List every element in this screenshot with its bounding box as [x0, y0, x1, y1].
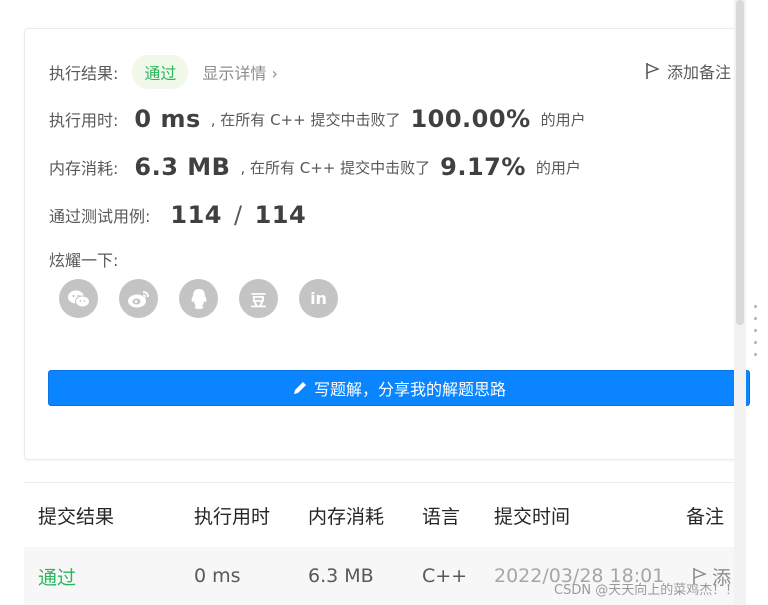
tests-total: 114 — [254, 201, 307, 229]
memory-suffix: 的用户 — [535, 158, 581, 177]
header-submit-time: 提交时间 — [494, 505, 571, 528]
submissions-table-header: 提交结果 执行用时 内存消耗 语言 提交时间 备注 — [24, 482, 744, 547]
chevron-right-icon: › — [271, 64, 278, 83]
memory-label: 内存消耗: — [49, 159, 119, 178]
memory-value: 6.3 MB — [134, 153, 231, 181]
share-icons: 豆 in — [59, 279, 338, 318]
pencil-icon — [293, 382, 306, 394]
result-label: 执行结果: — [49, 64, 119, 83]
runtime-suffix: 的用户 — [540, 110, 586, 129]
memory-row: 内存消耗: 6.3 MB , 在所有 C++ 提交中击败了 9.17% 的用户 — [49, 153, 581, 181]
top-background — [0, 0, 768, 28]
tests-passed: 114 — [170, 201, 223, 229]
flag-icon — [646, 63, 660, 79]
runtime-row: 执行用时: 0 ms , 在所有 C++ 提交中击败了 100.00% 的用户 — [49, 105, 586, 133]
row-language: C++ — [422, 565, 468, 587]
wechat-icon[interactable] — [59, 279, 98, 318]
result-row: 执行结果: 通过 显示详情 › — [49, 55, 278, 89]
drag-handle[interactable] — [754, 305, 757, 356]
row-result-link[interactable]: 通过 — [38, 563, 76, 590]
header-runtime: 执行用时 — [194, 505, 271, 528]
status-badge: 通过 — [132, 55, 189, 89]
qq-icon[interactable] — [179, 279, 218, 318]
weibo-icon[interactable] — [119, 279, 158, 318]
runtime-beat-text: , 在所有 C++ 提交中击败了 — [210, 110, 401, 129]
header-result: 提交结果 — [38, 505, 115, 528]
header-memory: 内存消耗 — [308, 505, 385, 528]
add-note-label: 添加备注 — [666, 63, 731, 82]
write-solution-label: 写题解，分享我的解题思路 — [313, 380, 506, 399]
row-runtime: 0 ms — [194, 565, 241, 587]
linkedin-icon[interactable]: in — [299, 279, 338, 318]
show-details-link[interactable]: 显示详情 › — [202, 60, 278, 84]
scrollbar-thumb[interactable] — [736, 0, 744, 325]
tests-row: 通过测试用例: 114 / 114 — [49, 201, 306, 229]
header-language: 语言 — [422, 505, 461, 528]
runtime-value: 0 ms — [134, 105, 201, 133]
header-note: 备注 — [686, 505, 725, 528]
row-memory: 6.3 MB — [308, 565, 374, 587]
write-solution-button[interactable]: 写题解，分享我的解题思路 — [48, 370, 750, 406]
share-label: 炫耀一下: — [49, 251, 119, 270]
watermark: CSDN @天天向上的菜鸡杰！！ — [554, 583, 739, 598]
tests-label: 通过测试用例: — [49, 207, 151, 226]
runtime-percent: 100.00% — [410, 105, 531, 133]
douban-icon[interactable]: 豆 — [239, 279, 278, 318]
tests-separator: / — [234, 201, 243, 229]
memory-beat-text: , 在所有 C++ 提交中击败了 — [240, 158, 431, 177]
runtime-label: 执行用时: — [49, 111, 119, 130]
add-note-button[interactable]: 添加备注 — [645, 59, 731, 83]
submission-detail-card: 执行结果: 通过 显示详情 › 添加备注 执行用时: 0 ms , 在所有 C+… — [24, 28, 750, 460]
memory-percent: 9.17% — [440, 153, 526, 181]
share-row: 炫耀一下: — [49, 247, 118, 271]
